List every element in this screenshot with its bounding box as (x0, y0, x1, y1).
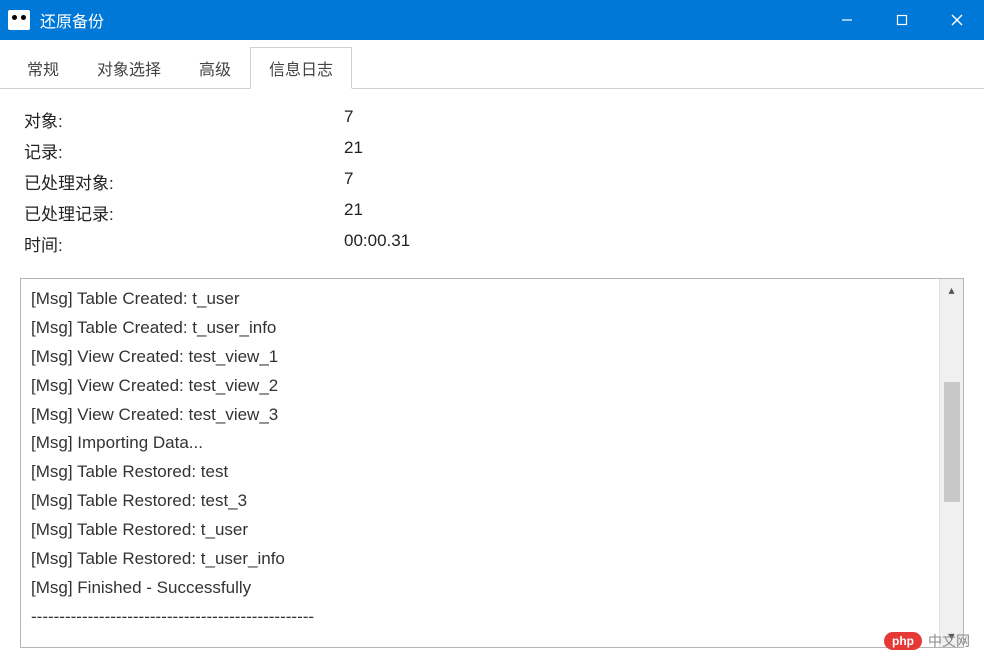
log-line: [Msg] View Created: test_view_3 (31, 401, 929, 430)
log-line: [Msg] Table Restored: test (31, 458, 929, 487)
tab-info-log[interactable]: 信息日志 (250, 47, 352, 89)
processed-records-label: 已处理记录: (24, 200, 344, 225)
close-button[interactable] (929, 0, 984, 40)
maximize-icon (896, 14, 908, 26)
minimize-icon (841, 14, 853, 26)
log-line: [Msg] Finished - Successfully (31, 574, 929, 603)
tab-bar: 常规 对象选择 高级 信息日志 (0, 46, 984, 89)
processed-records-value: 21 (344, 200, 960, 225)
log-line: [Msg] Table Created: t_user (31, 285, 929, 314)
close-icon (951, 14, 963, 26)
title-bar: 还原备份 (0, 0, 984, 40)
records-value: 21 (344, 138, 960, 163)
content-area: 对象: 7 记录: 21 已处理对象: 7 已处理记录: 21 时间: 00:0… (0, 89, 984, 278)
app-icon (8, 10, 30, 30)
processed-objects-value: 7 (344, 169, 960, 194)
scrollbar-track[interactable] (944, 297, 960, 629)
time-label: 时间: (24, 231, 344, 256)
log-line: [Msg] Importing Data... (31, 429, 929, 458)
records-label: 记录: (24, 138, 344, 163)
minimize-button[interactable] (819, 0, 874, 40)
log-panel: [Msg] Table Created: t_user [Msg] Table … (20, 278, 964, 648)
log-line: [Msg] View Created: test_view_1 (31, 343, 929, 372)
log-line: [Msg] Table Restored: t_user (31, 516, 929, 545)
log-line: ----------------------------------------… (31, 603, 929, 632)
scroll-up-icon[interactable]: ▴ (948, 283, 954, 297)
window-title: 还原备份 (40, 8, 819, 32)
tab-advanced[interactable]: 高级 (180, 47, 250, 89)
window-controls (819, 0, 984, 40)
processed-objects-label: 已处理对象: (24, 169, 344, 194)
log-line: [Msg] Table Restored: t_user_info (31, 545, 929, 574)
scrollbar-thumb[interactable] (944, 382, 960, 502)
watermark: php 中文网 (884, 631, 970, 651)
log-line: [Msg] Table Created: t_user_info (31, 314, 929, 343)
log-output[interactable]: [Msg] Table Created: t_user [Msg] Table … (21, 279, 939, 647)
tab-general[interactable]: 常规 (8, 47, 78, 89)
stats-grid: 对象: 7 记录: 21 已处理对象: 7 已处理记录: 21 时间: 00:0… (24, 107, 960, 256)
watermark-badge: php (884, 632, 922, 650)
watermark-text: 中文网 (928, 631, 970, 651)
maximize-button[interactable] (874, 0, 929, 40)
tab-object-select[interactable]: 对象选择 (78, 47, 180, 89)
time-value: 00:00.31 (344, 231, 960, 256)
objects-value: 7 (344, 107, 960, 132)
log-line: [Msg] View Created: test_view_2 (31, 372, 929, 401)
objects-label: 对象: (24, 107, 344, 132)
scrollbar[interactable]: ▴ ▾ (939, 279, 963, 647)
log-line: [Msg] Table Restored: test_3 (31, 487, 929, 516)
